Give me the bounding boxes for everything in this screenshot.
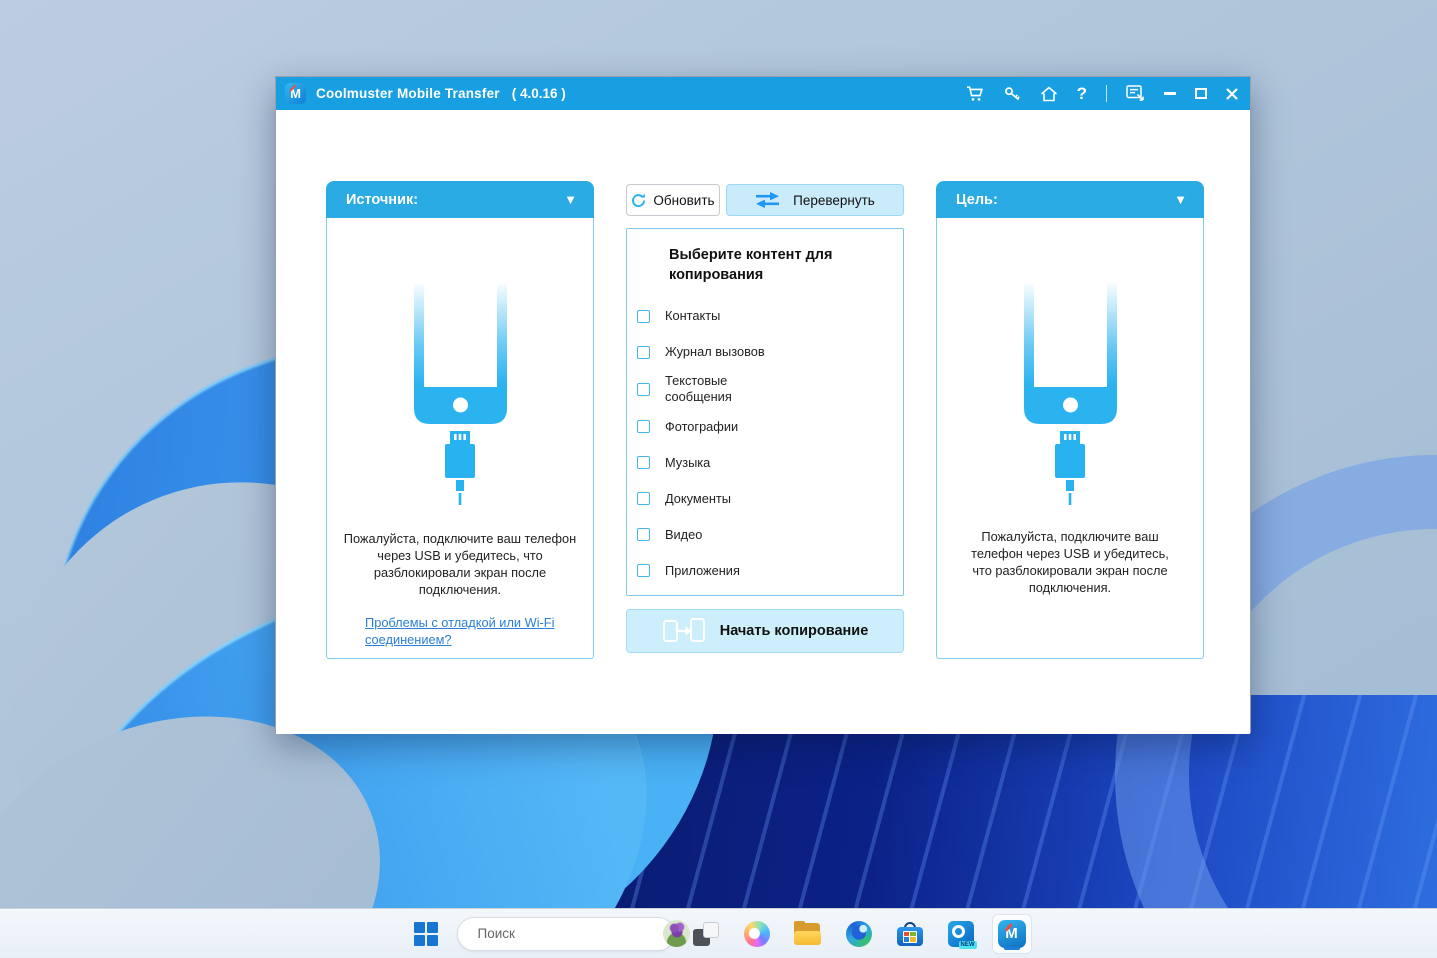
target-connect-message: Пожалуйста, подключите ваш телефон через…	[971, 529, 1169, 596]
window-body: Источник: ▼ Пожалуйста, подключите ваш т…	[276, 110, 1250, 734]
troubleshoot-link[interactable]: Проблемы с отладкой или Wi-Fi соединение…	[365, 614, 563, 650]
usb-cable-icon	[1055, 431, 1085, 505]
checkbox-row-photos[interactable]: Фотографии	[627, 412, 903, 442]
file-explorer-button[interactable]	[788, 914, 828, 954]
phone-transfer-icon	[662, 618, 705, 642]
target-panel-body: Пожалуйста, подключите ваш телефон через…	[936, 218, 1204, 659]
titlebar[interactable]: M Coolmuster Mobile Transfer ( 4.0.16 )	[276, 77, 1250, 110]
outlook-button[interactable]: NEW	[941, 914, 981, 954]
home-icon[interactable]	[1040, 85, 1058, 102]
edge-icon	[845, 920, 872, 947]
coolmuster-app-icon: M	[997, 919, 1026, 948]
active-app-indicator	[1003, 946, 1020, 950]
chevron-down-icon: ▼	[1174, 192, 1187, 207]
checkbox[interactable]	[637, 382, 650, 396]
checkbox-row-apps[interactable]: Приложения	[627, 556, 903, 586]
source-connect-message: Пожалуйста, подключите ваш телефон через…	[343, 531, 577, 598]
checkbox[interactable]	[637, 420, 650, 434]
checkbox-row-video[interactable]: Видео	[627, 520, 903, 550]
phone-usb-illustration	[413, 284, 507, 505]
checkbox[interactable]	[637, 528, 650, 542]
cart-icon[interactable]	[966, 85, 985, 102]
phone-icon	[413, 284, 507, 424]
refresh-button[interactable]: Обновить	[626, 184, 720, 216]
minimize-button[interactable]	[1164, 92, 1176, 95]
flip-button[interactable]: Перевернуть	[726, 184, 904, 216]
checkbox-row-call-log[interactable]: Журнал вызовов	[627, 337, 903, 367]
app-logo-icon: M	[285, 83, 306, 104]
target-device-selector[interactable]: Цель: ▼	[936, 181, 1204, 218]
checkbox-row-contacts[interactable]: Контакты	[627, 301, 903, 331]
edge-button[interactable]	[839, 914, 879, 954]
titlebar-separator	[1106, 85, 1107, 102]
usb-cable-icon	[445, 431, 475, 505]
source-panel-title: Источник:	[346, 191, 419, 208]
checkbox[interactable]	[637, 492, 650, 506]
help-icon[interactable]: ?	[1077, 85, 1087, 102]
coolmuster-taskbar-button[interactable]: M	[991, 913, 1032, 954]
desktop: M Coolmuster Mobile Transfer ( 4.0.16 )	[0, 0, 1437, 958]
window-version: ( 4.0.16 )	[511, 86, 566, 101]
maximize-button[interactable]	[1195, 88, 1207, 99]
source-device-selector[interactable]: Источник: ▼	[326, 181, 594, 218]
phone-usb-illustration	[1023, 284, 1117, 505]
windows-logo-icon	[413, 921, 438, 946]
microsoft-store-button[interactable]	[890, 914, 930, 954]
microsoft-store-icon	[896, 921, 923, 946]
checkbox-row-documents[interactable]: Документы	[627, 484, 903, 514]
search-input[interactable]	[477, 926, 655, 941]
content-selection-box: Выберите контент для копирования Контакт…	[626, 228, 904, 596]
coolmuster-window: M Coolmuster Mobile Transfer ( 4.0.16 )	[275, 76, 1251, 734]
content-selection-title: Выберите контент для копирования	[669, 247, 833, 283]
copilot-button[interactable]	[737, 914, 777, 954]
source-panel-body: Пожалуйста, подключите ваш телефон через…	[326, 218, 594, 659]
refresh-icon	[632, 193, 646, 207]
close-button[interactable]	[1226, 87, 1238, 100]
feedback-icon[interactable]	[1126, 85, 1145, 102]
checkbox[interactable]	[637, 309, 650, 323]
checkbox[interactable]	[637, 456, 650, 470]
target-panel: Цель: ▼ Пожалуйста, подключите ваш телеф…	[936, 181, 1204, 659]
copilot-icon	[743, 920, 770, 947]
task-view-button[interactable]	[686, 914, 726, 954]
checkbox-row-text-messages[interactable]: Текстовые сообщения	[627, 373, 903, 406]
checkbox[interactable]	[637, 345, 650, 359]
search-box[interactable]	[456, 916, 690, 951]
window-title: Coolmuster Mobile Transfer	[316, 86, 500, 101]
checkbox-row-music[interactable]: Музыка	[627, 448, 903, 478]
start-button[interactable]	[406, 914, 446, 954]
file-explorer-icon	[794, 920, 821, 945]
taskbar: NEW M	[0, 908, 1437, 958]
start-copy-button[interactable]: Начать копирование	[626, 609, 904, 653]
outlook-new-badge: NEW	[958, 940, 977, 949]
target-panel-title: Цель:	[956, 191, 998, 208]
chevron-down-icon: ▼	[564, 192, 577, 207]
source-panel: Источник: ▼ Пожалуйста, подключите ваш т…	[326, 181, 594, 659]
swap-arrows-icon	[756, 192, 780, 208]
task-view-icon	[692, 921, 719, 946]
checkbox[interactable]	[637, 564, 650, 578]
center-buttons: Обновить Перевернуть	[626, 184, 904, 216]
register-key-icon[interactable]	[1004, 86, 1021, 102]
outlook-icon: NEW	[947, 920, 977, 949]
phone-icon	[1023, 284, 1117, 424]
